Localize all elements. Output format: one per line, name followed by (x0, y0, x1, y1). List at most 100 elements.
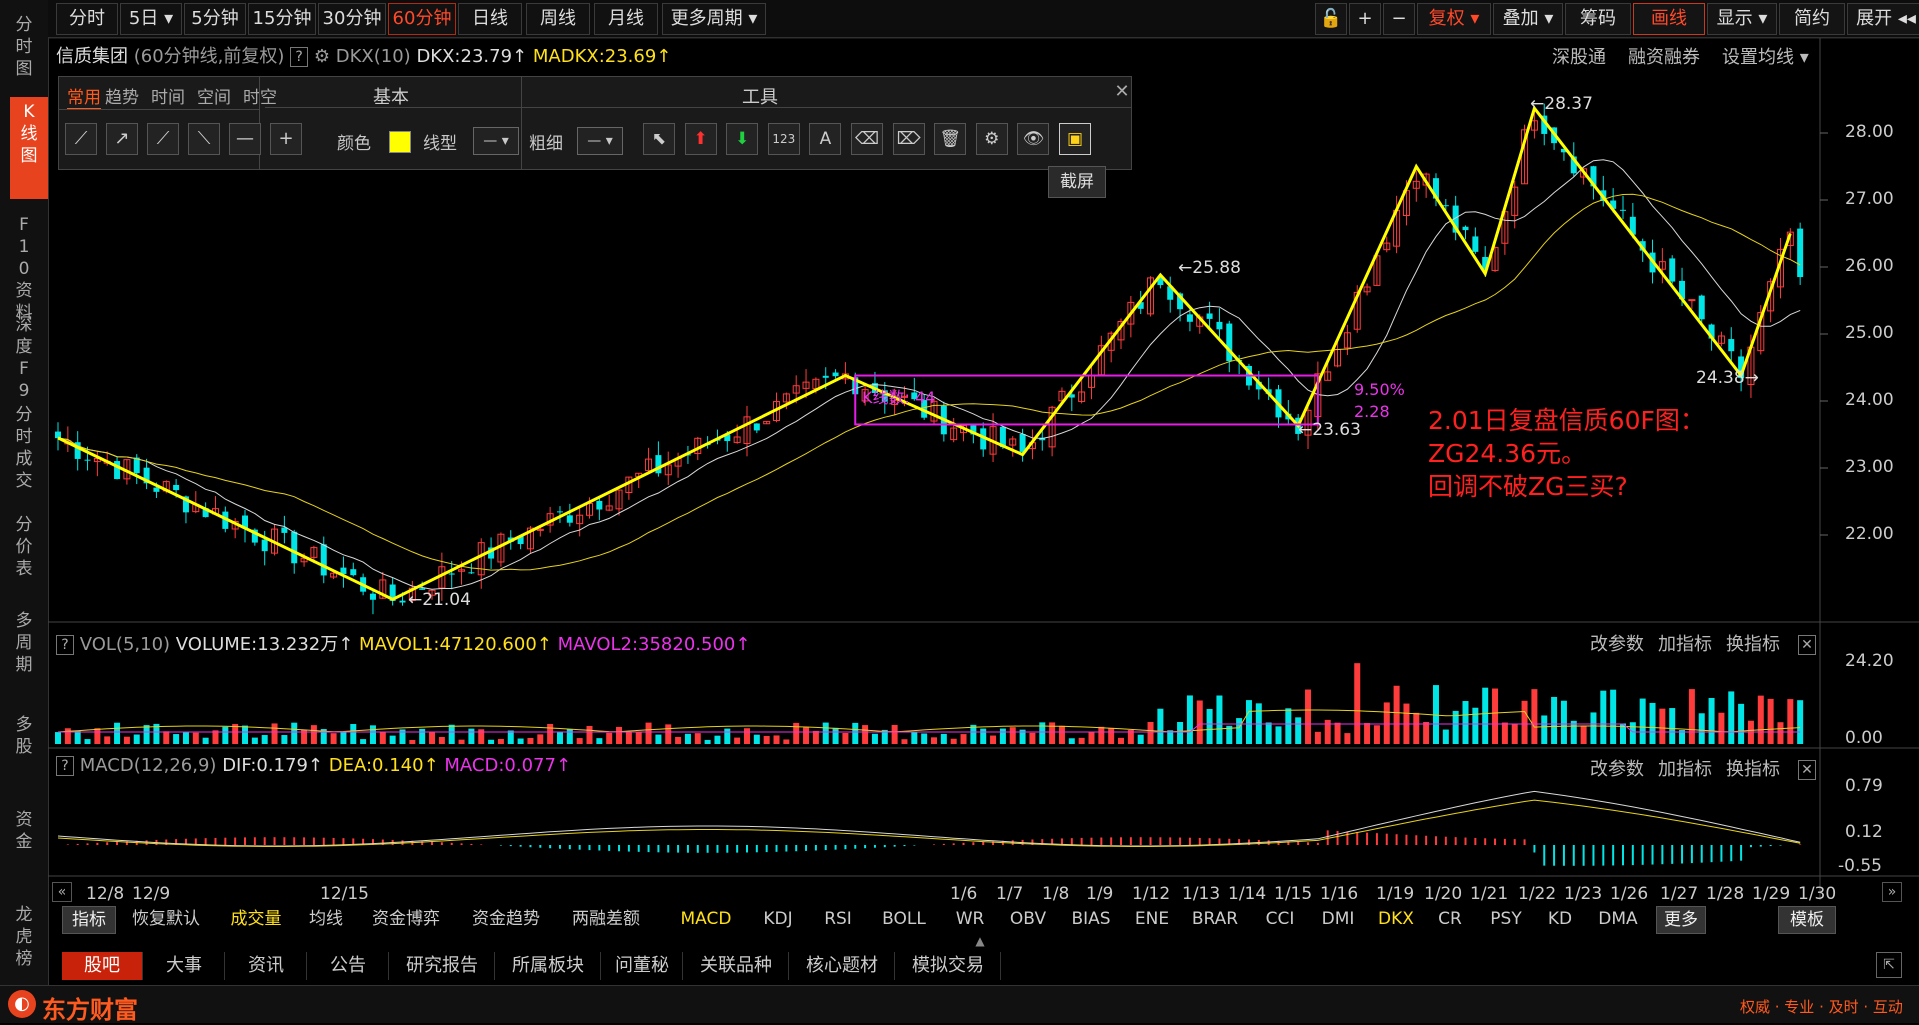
expand-icon[interactable]: ⇱ (1876, 952, 1902, 978)
news-tab-2[interactable]: 资讯 (226, 952, 307, 980)
draw-tab-2[interactable]: 时间 (151, 83, 185, 108)
macd-link-1[interactable]: 加指标 (1658, 759, 1712, 780)
indicator-tab-2[interactable]: 成交量 (224, 906, 288, 932)
news-tab-5[interactable]: 所属板块 (496, 952, 601, 980)
close-icon[interactable]: ✕ (1111, 81, 1133, 103)
scroll-right-icon[interactable]: » (1882, 882, 1902, 902)
news-tab-0[interactable]: 股吧 (62, 952, 143, 980)
volume-bar (1009, 727, 1016, 744)
news-tab-9[interactable]: 模拟交易 (896, 952, 1001, 980)
high-label: ←28.37 (1530, 94, 1593, 114)
tool-icon-7[interactable]: 🗑 (934, 123, 967, 155)
draw-tab-0[interactable]: 常用 (67, 83, 101, 110)
indicator-tab-19[interactable]: CR (1432, 906, 1468, 932)
indicator-tab-22[interactable]: DMA (1594, 906, 1642, 932)
candle (1206, 313, 1213, 319)
volume-bar (419, 728, 426, 744)
tool-icon-8[interactable]: ⚙ (975, 123, 1008, 155)
volume-bar (1147, 722, 1154, 744)
volume-bar (931, 737, 937, 744)
draw-tab-1[interactable]: 趋势 (105, 83, 139, 108)
color-swatch[interactable] (389, 131, 411, 153)
close-icon[interactable]: ✕ (1798, 635, 1816, 655)
tool-icon-0[interactable]: ⬉ (643, 123, 675, 155)
indicator-tab-4[interactable]: 资金博弈 (366, 906, 446, 932)
indicator-tab-5[interactable]: 资金趋势 (466, 906, 546, 932)
tool-icon-4[interactable]: A (809, 123, 842, 155)
draw-line-icon-4[interactable]: — (229, 123, 261, 155)
indicator-tab-20[interactable]: PSY (1484, 906, 1528, 932)
indicator-tab-10[interactable]: BOLL (876, 906, 932, 932)
news-tab-1[interactable]: 大事 (144, 952, 225, 980)
indicator-tab-0[interactable]: 指标 (62, 906, 116, 934)
volume-bar (950, 738, 957, 744)
help-icon[interactable]: ? (56, 635, 74, 655)
tool-icon-6[interactable]: ⌦ (892, 123, 925, 155)
indicator-tab-15[interactable]: BRAR (1186, 906, 1244, 932)
indicator-tab-13[interactable]: BIAS (1066, 906, 1116, 932)
indicator-tab-9[interactable]: RSI (818, 906, 858, 932)
line-type-select[interactable]: — ▾ (473, 127, 519, 155)
tool-icon-1[interactable]: ⬆ (684, 123, 717, 155)
scroll-left-icon[interactable]: « (52, 882, 72, 902)
thickness-select[interactable]: — ▾ (577, 127, 623, 155)
volume-bar (507, 730, 514, 744)
volume-bar (635, 732, 642, 744)
volume-bar (1314, 731, 1321, 744)
news-tab-6[interactable]: 问董秘 (602, 952, 683, 980)
volume-bar (1482, 687, 1489, 744)
help-icon[interactable]: ? (56, 756, 74, 776)
tool-icon-9[interactable]: 👁 (1017, 123, 1050, 155)
indicator-tab-24[interactable]: 模板 (1778, 906, 1836, 934)
tool-icon-10[interactable]: ▣ (1059, 123, 1091, 155)
volume-bar (1442, 729, 1449, 744)
indicator-tab-6[interactable]: 两融差额 (566, 906, 646, 932)
p1-label: ←25.88 (1178, 258, 1241, 278)
draw-line-icon-2[interactable]: ⟋ (147, 123, 179, 155)
volume-bar (310, 725, 317, 744)
volume-bar (576, 738, 583, 744)
draw-tab-3[interactable]: 空间 (197, 83, 231, 108)
indicator-tab-8[interactable]: KDJ (756, 906, 800, 932)
volume-bar (586, 725, 593, 744)
indicator-tab-16[interactable]: CCI (1260, 906, 1300, 932)
tool-icon-2[interactable]: ⬇ (726, 123, 759, 155)
screenshot-tooltip: 截屏 (1048, 166, 1106, 198)
macd-header: ? MACD(12,26,9) DIF:0.179↑ DEA:0.140↑ MA… (56, 755, 571, 776)
draw-line-icon-5[interactable]: + (270, 123, 302, 155)
news-tab-7[interactable]: 关联品种 (684, 952, 789, 980)
news-tab-3[interactable]: 公告 (308, 952, 389, 980)
close-icon[interactable]: ✕ (1798, 760, 1816, 780)
indicator-tab-3[interactable]: 均线 (304, 906, 348, 932)
indicator-tab-14[interactable]: ENE (1130, 906, 1174, 932)
date-label: 1/21 (1470, 884, 1509, 904)
indicator-tab-7[interactable]: MACD (676, 906, 736, 932)
volume-bar (192, 732, 199, 744)
tool-icon-5[interactable]: ⌫ (851, 123, 883, 155)
macd-link-2[interactable]: 换指标 (1726, 759, 1780, 780)
date-label: 1/26 (1610, 884, 1649, 904)
tool-icon-3[interactable]: 123 (767, 123, 800, 155)
vol-link-2[interactable]: 换指标 (1726, 634, 1780, 655)
draw-line-icon-0[interactable]: ⟋ (65, 123, 97, 155)
vol-link-1[interactable]: 加指标 (1658, 634, 1712, 655)
indicator-tab-1[interactable]: 恢复默认 (126, 906, 206, 932)
vol-link-0[interactable]: 改参数 (1590, 634, 1644, 655)
indicator-tab-21[interactable]: KD (1542, 906, 1578, 932)
indicator-tab-18[interactable]: DKX (1374, 906, 1418, 932)
draw-line-icon-1[interactable]: ↗ (106, 123, 138, 155)
news-tab-4[interactable]: 研究报告 (390, 952, 495, 980)
draw-line-icon-3[interactable]: ⟍ (188, 123, 220, 155)
indicator-tab-12[interactable]: OBV (1006, 906, 1050, 932)
macd-link-0[interactable]: 改参数 (1590, 759, 1644, 780)
candle (556, 511, 563, 513)
indicator-tab-17[interactable]: DMI (1316, 906, 1360, 932)
indicator-tab-23[interactable]: 更多 (1656, 906, 1706, 934)
news-tab-8[interactable]: 核心题材 (790, 952, 895, 980)
volume-bar (753, 734, 760, 744)
volume-bar (133, 734, 140, 744)
collapse-icon[interactable]: ▲ (965, 934, 995, 948)
macd-tick-2: -0.55 (1838, 856, 1882, 876)
indicator-tab-11[interactable]: WR (950, 906, 990, 932)
date-label: 1/20 (1424, 884, 1463, 904)
